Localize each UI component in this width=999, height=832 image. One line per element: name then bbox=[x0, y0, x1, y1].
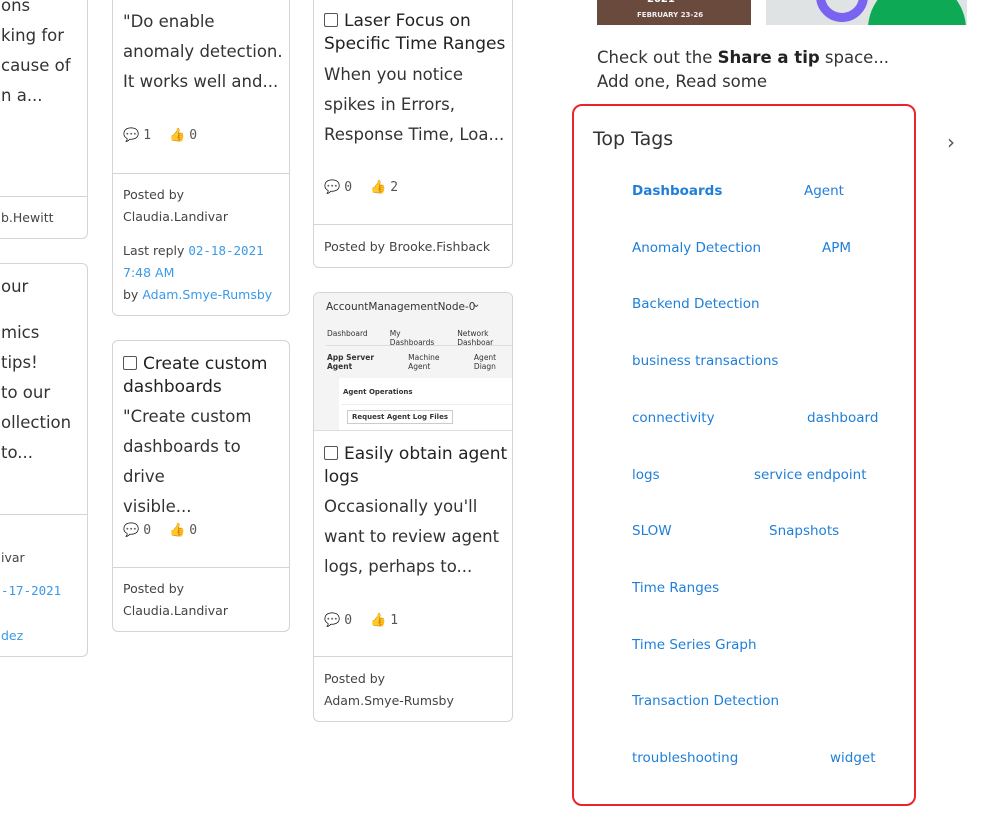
comment-count[interactable]: 💬 1 bbox=[123, 128, 151, 143]
tag-link[interactable]: SLOW bbox=[632, 523, 672, 539]
tag-link[interactable]: connectivity bbox=[632, 410, 715, 426]
post-excerpt: Occasionally you'll want to review agent l… bbox=[324, 497, 500, 576]
post-excerpt: ons king for cause of n a... bbox=[1, 0, 71, 105]
comment-icon: 💬 bbox=[324, 180, 341, 195]
tag-link[interactable]: Agent bbox=[804, 183, 844, 199]
post-card[interactable]: "Do enable anomaly detection. It works wel… bbox=[112, 0, 290, 316]
thumbs-up-icon: 👍 bbox=[370, 180, 387, 195]
checkbox[interactable] bbox=[324, 13, 338, 27]
share-tip-text: Check out the Share a tip space... Add o… bbox=[597, 48, 890, 91]
post-title[interactable]: Laser Focus on Specific Time Ranges bbox=[324, 10, 508, 56]
post-image: AccountManagementNode-0 ⌄ Dashboard My Da… bbox=[314, 293, 512, 431]
post-excerpt: "Create custom dashboards to drive visible… bbox=[123, 407, 252, 516]
last-reply-user[interactable]: Adam.Smye-Rumsby bbox=[142, 287, 272, 302]
top-tags-title: Top Tags bbox=[593, 128, 674, 150]
post-author: Posted by Brooke.Fishback bbox=[324, 239, 491, 254]
promo-image[interactable] bbox=[766, 0, 967, 25]
posted-by-label: Posted by bbox=[324, 671, 386, 686]
tag-link[interactable]: APM bbox=[822, 240, 851, 256]
post-author: Claudia.Landivar bbox=[123, 603, 228, 618]
tag-link[interactable]: business transactions bbox=[632, 353, 778, 369]
comment-count[interactable]: 💬 0 bbox=[324, 613, 352, 628]
last-reply-label: Last reply bbox=[123, 243, 185, 258]
tag-link[interactable]: Transaction Detection bbox=[632, 693, 779, 709]
thumbs-up-icon: 👍 bbox=[169, 128, 186, 143]
share-tip-link[interactable]: Share a tip bbox=[718, 48, 820, 67]
post-author: Adam.Smye-Rumsby bbox=[324, 693, 454, 708]
comment-icon: 💬 bbox=[123, 523, 140, 538]
like-count[interactable]: 👍 2 bbox=[370, 180, 398, 195]
comment-icon: 💬 bbox=[324, 613, 341, 628]
last-reply-time[interactable]: 7:48 AM bbox=[123, 262, 285, 284]
like-count[interactable]: 👍 0 bbox=[169, 523, 197, 538]
post-title[interactable]: Create custom dashboards bbox=[123, 353, 285, 399]
banner-dates: FEBRUARY 23-26 bbox=[637, 11, 704, 19]
tag-link[interactable]: Anomaly Detection bbox=[632, 240, 761, 256]
tag-link[interactable]: Snapshots bbox=[769, 523, 839, 539]
comment-count[interactable]: 💬 0 bbox=[324, 180, 352, 195]
tag-link[interactable]: Backend Detection bbox=[632, 296, 760, 312]
comment-count[interactable]: 💬 0 bbox=[123, 523, 151, 538]
post-author: ivar bbox=[1, 550, 25, 565]
last-reply-user[interactable]: dez bbox=[1, 625, 83, 647]
post-card[interactable]: ons king for cause of n a... b.Hewitt bbox=[0, 0, 88, 239]
event-banner[interactable]: 2021 FEBRUARY 23-26 bbox=[597, 0, 751, 25]
tag-link[interactable]: widget bbox=[830, 750, 876, 766]
post-card[interactable]: our mics tips! to our ollection to... ivar -… bbox=[0, 263, 88, 657]
last-reply-date[interactable]: 02-18-2021 bbox=[188, 243, 263, 258]
thumbs-up-icon: 👍 bbox=[169, 523, 186, 538]
banner-year: 2021 bbox=[647, 0, 675, 5]
comment-icon: 💬 bbox=[123, 128, 140, 143]
thumbs-up-icon: 👍 bbox=[370, 613, 387, 628]
post-excerpt: our mics tips! to our ollection to... bbox=[1, 277, 72, 462]
last-reply-date[interactable]: -17-2021 bbox=[1, 580, 83, 602]
posted-by-label: Posted by bbox=[123, 581, 185, 596]
tag-link[interactable]: dashboard bbox=[807, 410, 878, 426]
tag-link[interactable]: logs bbox=[632, 467, 660, 483]
tag-link[interactable]: Time Ranges bbox=[632, 580, 719, 596]
post-card[interactable]: AccountManagementNode-0 ⌄ Dashboard My Da… bbox=[313, 292, 513, 722]
like-count[interactable]: 👍 0 bbox=[169, 128, 197, 143]
post-card[interactable]: Laser Focus on Specific Time Ranges When… bbox=[313, 0, 513, 268]
tag-link[interactable]: Time Series Graph bbox=[632, 637, 757, 653]
post-excerpt: "Do enable anomaly detection. It works wel… bbox=[123, 12, 283, 91]
checkbox[interactable] bbox=[123, 356, 137, 370]
checkbox[interactable] bbox=[324, 446, 338, 460]
posted-by-label: Posted by bbox=[123, 187, 185, 202]
tag-link[interactable]: troubleshooting bbox=[632, 750, 738, 766]
top-tags-panel: Top Tags Dashboards Agent Anomaly Detectio… bbox=[572, 104, 916, 806]
post-excerpt: When you notice spikes in Errors, Response… bbox=[324, 65, 505, 144]
chevron-right-icon[interactable]: › bbox=[947, 130, 955, 154]
tag-link[interactable]: service endpoint bbox=[754, 467, 867, 483]
like-count[interactable]: 👍 1 bbox=[370, 613, 398, 628]
post-author: Claudia.Landivar bbox=[123, 209, 228, 224]
by-label: by bbox=[123, 287, 139, 302]
post-title[interactable]: Easily obtain agent logs bbox=[324, 443, 508, 489]
tag-link[interactable]: Dashboards bbox=[632, 183, 722, 199]
post-card[interactable]: Create custom dashboards "Create custom d… bbox=[112, 340, 290, 632]
post-author: b.Hewitt bbox=[1, 210, 54, 225]
